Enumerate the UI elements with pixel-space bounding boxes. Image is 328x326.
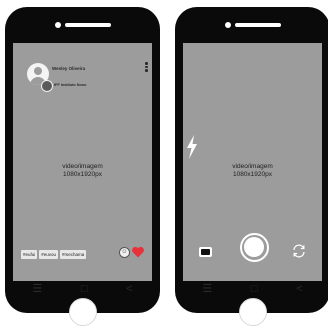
home-button[interactable] [68,298,97,326]
camera-screen: video/imagem 1080x1920px [183,43,322,281]
organization-logo-icon [41,80,53,92]
media-placeholder: video/imagem 1080x1920px [183,163,322,179]
hashtag-chip[interactable]: #mechama [60,250,87,259]
placeholder-line2: 1080x1920px [62,171,103,178]
gallery-icon[interactable] [199,247,212,257]
hashtag-chip[interactable]: #eufui [21,250,38,259]
heart-icon[interactable] [131,246,145,258]
menu-icon[interactable]: ☰ [32,283,42,295]
post-screen: Wesley Oliveira IFF Instituto Nono video… [13,43,152,281]
home-square-icon[interactable]: □ [81,283,88,295]
username[interactable]: Wesley Oliveira [52,66,85,71]
phone-camera-view: video/imagem 1080x1920px ☰ □ < [175,7,328,326]
system-navbar: ☰ □ < [13,281,152,297]
hashtag-chip[interactable]: #euvou [39,250,59,259]
flash-icon[interactable] [186,135,198,159]
placeholder-line1: video/imagem [232,163,273,170]
placeholder-line2: 1080x1920px [232,171,273,178]
phone-notch [224,22,281,28]
shutter-button[interactable] [240,233,269,262]
home-button[interactable] [238,298,267,326]
back-icon[interactable]: < [126,283,132,295]
back-icon[interactable]: < [296,283,302,295]
phone-notch [54,22,111,28]
phone-post-view: Wesley Oliveira IFF Instituto Nono video… [5,7,160,326]
system-navbar: ☰ □ < [183,281,322,297]
menu-icon[interactable]: ☰ [202,283,212,295]
more-vertical-icon[interactable] [144,62,148,73]
home-square-icon[interactable]: □ [251,283,258,295]
switch-camera-icon[interactable] [291,243,307,259]
media-placeholder: video/imagem 1080x1920px [13,163,152,179]
hashtag-list: #eufui #euvou #mechama [21,250,87,259]
placeholder-line1: video/imagem [62,163,103,170]
smile-icon[interactable]: ☺ [119,247,130,258]
organization-name[interactable]: IFF Instituto Nono [54,83,86,87]
